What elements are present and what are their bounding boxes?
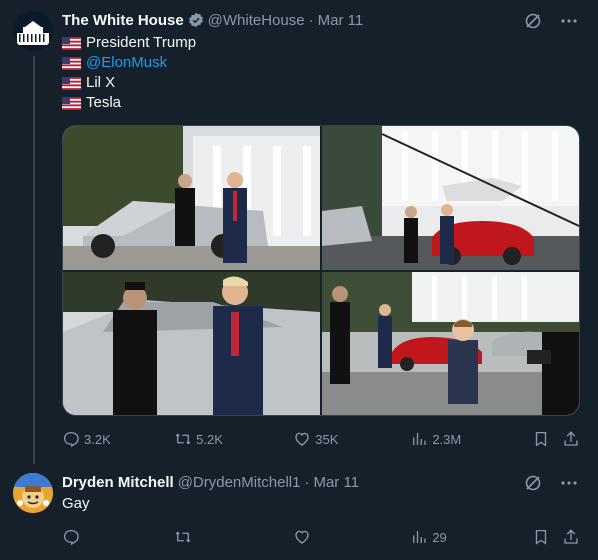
tweet-line: Tesla xyxy=(62,93,196,113)
reply-count: 3.2K xyxy=(84,431,111,447)
repost-button[interactable] xyxy=(174,528,293,546)
like-button[interactable] xyxy=(293,528,410,546)
tweet-line-text: President Trump xyxy=(86,34,197,51)
share-icon xyxy=(564,529,578,544)
reply-icon xyxy=(63,529,79,546)
share-button[interactable] xyxy=(562,528,580,546)
reply-icon xyxy=(63,431,79,448)
reply-text: Gay xyxy=(62,495,90,512)
more-icon[interactable] xyxy=(560,12,578,30)
bookmark-button[interactable] xyxy=(532,528,554,546)
mention-link[interactable]: @ElonMusk xyxy=(86,53,167,73)
tweet-actions: 3.2K 5.2K 35K 2.3M xyxy=(62,429,580,449)
separator-dot: · xyxy=(304,473,310,491)
views-icon xyxy=(413,433,427,445)
like-icon xyxy=(295,530,309,544)
us-flag-icon xyxy=(62,76,81,90)
views-button[interactable]: 2.3M xyxy=(410,430,532,448)
separator-dot: · xyxy=(308,11,314,29)
verified-badge-icon xyxy=(188,12,204,28)
repost-icon xyxy=(175,531,191,543)
reply-date[interactable]: Mar 11 xyxy=(313,474,359,491)
author-handle[interactable]: @WhiteHouse xyxy=(208,12,305,29)
views-count: 2.3M xyxy=(432,431,462,447)
tweet-line: @ElonMusk xyxy=(62,53,196,73)
bookmark-icon xyxy=(536,431,547,447)
tweet-line-text: Lil X xyxy=(86,74,116,91)
media-grid xyxy=(62,125,580,416)
tweet-header: The White House @WhiteHouse · Mar 11 xyxy=(62,10,363,30)
reply-button[interactable] xyxy=(62,528,174,546)
reply-header: Dryden Mitchell @DrydenMitchell1 · Mar 1… xyxy=(62,472,359,492)
tweet-line-text: Tesla xyxy=(86,94,122,111)
thread-connector-line xyxy=(33,56,35,464)
like-count: 35K xyxy=(315,431,339,447)
bookmark-button[interactable] xyxy=(532,430,554,448)
tweet-line: President Trump xyxy=(62,33,196,53)
views-icon xyxy=(413,531,427,543)
dryden-mitchell-avatar[interactable] xyxy=(13,473,53,513)
tweet-date[interactable]: Mar 11 xyxy=(318,12,364,29)
repost-count: 5.2K xyxy=(196,431,223,447)
bookmark-icon xyxy=(536,529,547,545)
reply-button[interactable]: 3.2K xyxy=(62,430,174,448)
media-photo-3[interactable] xyxy=(63,272,320,415)
share-icon xyxy=(564,431,578,446)
media-photo-1[interactable] xyxy=(63,126,320,270)
tweet-top-actions xyxy=(524,12,578,30)
repost-icon xyxy=(175,433,191,445)
white-house-avatar[interactable] xyxy=(13,11,53,51)
reply-author-name[interactable]: Dryden Mitchell xyxy=(62,474,174,491)
tweet-text: President Trump @ElonMusk Lil X Tesla xyxy=(62,33,196,113)
repost-button[interactable]: 5.2K xyxy=(174,430,293,448)
author-name[interactable]: The White House xyxy=(62,12,184,29)
reply-author-handle[interactable]: @DrydenMitchell1 xyxy=(178,474,301,491)
grok-icon[interactable] xyxy=(524,474,542,492)
views-count: 29 xyxy=(432,529,447,545)
grok-icon[interactable] xyxy=(524,12,542,30)
us-flag-icon xyxy=(62,36,81,50)
like-button[interactable]: 35K xyxy=(293,430,410,448)
more-icon[interactable] xyxy=(560,474,578,492)
us-flag-icon xyxy=(62,96,81,110)
share-button[interactable] xyxy=(562,430,580,448)
media-photo-4[interactable] xyxy=(322,272,579,415)
tweet-line: Lil X xyxy=(62,73,196,93)
reply-actions: 29 xyxy=(62,527,580,547)
reply-top-actions xyxy=(524,474,578,492)
views-button[interactable]: 29 xyxy=(410,528,532,546)
media-photo-2[interactable] xyxy=(322,126,579,270)
us-flag-icon xyxy=(62,56,81,70)
like-icon xyxy=(295,432,309,446)
